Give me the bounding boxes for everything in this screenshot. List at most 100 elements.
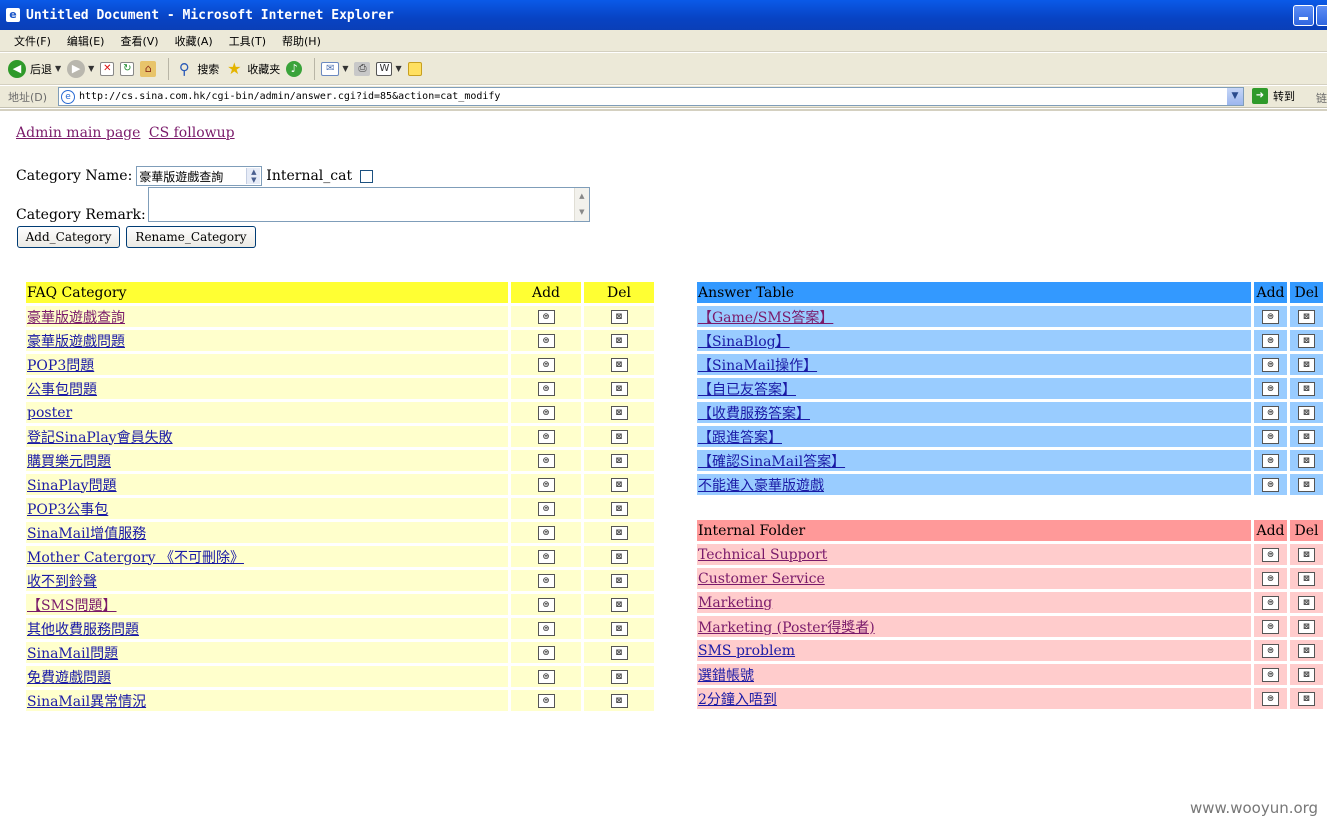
home-button[interactable]: ⌂ — [140, 57, 157, 81]
delete-icon[interactable]: ⊠ — [610, 645, 628, 660]
row-link[interactable]: 【SMS問題】 — [27, 598, 117, 614]
add-icon[interactable]: ⊜ — [537, 429, 555, 444]
add-icon[interactable]: ⊜ — [1262, 453, 1279, 468]
delete-icon[interactable]: ⊠ — [1298, 333, 1315, 348]
search-button[interactable]: ⚲ 搜索 — [175, 57, 220, 81]
spinner-icon[interactable]: ▲ ▼ — [246, 168, 261, 184]
row-link[interactable]: 收不到鈴聲 — [27, 574, 97, 590]
add-icon[interactable]: ⊜ — [1262, 309, 1279, 324]
back-button[interactable]: ◀ 后退 ▼ — [8, 57, 61, 81]
refresh-button[interactable]: ↻ — [120, 57, 135, 81]
add-icon[interactable]: ⊜ — [1262, 405, 1279, 420]
menu-help[interactable]: 帮助(H) — [274, 31, 329, 51]
add-icon[interactable]: ⊜ — [1262, 691, 1279, 706]
delete-icon[interactable]: ⊠ — [610, 525, 628, 540]
internal-cat-checkbox[interactable] — [360, 169, 374, 183]
delete-icon[interactable]: ⊠ — [1298, 381, 1315, 396]
add-icon[interactable]: ⊜ — [537, 693, 555, 708]
delete-icon[interactable]: ⊠ — [610, 621, 628, 636]
delete-icon[interactable]: ⊠ — [1298, 477, 1315, 492]
add-icon[interactable]: ⊜ — [537, 453, 555, 468]
row-link[interactable]: SinaMail異常情況 — [27, 694, 146, 710]
row-link[interactable]: 【SinaBlog】 — [698, 334, 790, 350]
delete-icon[interactable]: ⊠ — [610, 573, 628, 588]
row-link[interactable]: 其他收費服務問題 — [27, 622, 139, 638]
add-icon[interactable]: ⊜ — [537, 669, 555, 684]
menu-edit[interactable]: 编辑(E) — [59, 31, 113, 51]
address-input[interactable] — [79, 88, 1219, 105]
chevron-down-icon[interactable]: ▼ — [88, 64, 94, 73]
row-link[interactable]: SinaPlay問題 — [27, 478, 117, 494]
delete-icon[interactable]: ⊠ — [610, 669, 628, 684]
add-icon[interactable]: ⊜ — [1262, 477, 1279, 492]
menu-file[interactable]: 文件(F) — [6, 31, 59, 51]
favorites-button[interactable]: ★ 收藏夹 — [225, 57, 280, 81]
delete-icon[interactable]: ⊠ — [1298, 619, 1315, 634]
stop-button[interactable]: ✕ — [100, 57, 115, 81]
row-link[interactable]: 【收費服務答案】 — [698, 406, 810, 422]
links-label[interactable]: 链 — [1316, 90, 1327, 106]
add-icon[interactable]: ⊜ — [1262, 333, 1279, 348]
add-icon[interactable]: ⊜ — [1262, 429, 1279, 444]
add-icon[interactable]: ⊜ — [537, 573, 555, 588]
menu-tools[interactable]: 工具(T) — [221, 31, 274, 51]
delete-icon[interactable]: ⊠ — [1298, 571, 1315, 586]
add-icon[interactable]: ⊜ — [1262, 667, 1279, 682]
chevron-down-icon[interactable]: ▼ — [395, 64, 401, 73]
row-link[interactable]: Marketing (Poster得獎者) — [698, 620, 875, 636]
maximize-button[interactable] — [1316, 5, 1327, 26]
row-link[interactable]: 免費遊戲問題 — [27, 670, 111, 686]
row-link[interactable]: 【自已友答案】 — [698, 382, 796, 398]
delete-icon[interactable]: ⊠ — [610, 429, 628, 444]
delete-icon[interactable]: ⊠ — [610, 693, 628, 708]
row-link[interactable]: SinaMail增值服務 — [27, 526, 146, 542]
cs-followup-link[interactable]: CS followup — [149, 125, 235, 141]
row-link[interactable]: 【Game/SMS答案】 — [698, 310, 833, 326]
add-icon[interactable]: ⊜ — [537, 645, 555, 660]
add-icon[interactable]: ⊜ — [537, 597, 555, 612]
edit-button[interactable]: W ▼ — [376, 57, 402, 81]
row-link[interactable]: Marketing — [698, 595, 772, 611]
add-category-button[interactable]: Add_Category — [17, 226, 120, 248]
rename-category-button[interactable]: Rename_Category — [126, 226, 256, 248]
delete-icon[interactable]: ⊠ — [1298, 405, 1315, 420]
delete-icon[interactable]: ⊠ — [610, 549, 628, 564]
row-link[interactable]: 豪華版遊戲問題 — [27, 334, 125, 350]
add-icon[interactable]: ⊜ — [1262, 595, 1279, 610]
delete-icon[interactable]: ⊠ — [610, 477, 628, 492]
category-remark-input[interactable]: ▲ ▼ — [147, 187, 590, 222]
row-link[interactable]: poster — [27, 405, 72, 421]
category-name-input[interactable]: 豪華版遊戲查詢 ▲ ▼ — [136, 166, 263, 186]
add-icon[interactable]: ⊜ — [537, 405, 555, 420]
delete-icon[interactable]: ⊠ — [610, 333, 628, 348]
add-icon[interactable]: ⊜ — [1262, 547, 1279, 562]
row-link[interactable]: 【SinaMail操作】 — [698, 358, 817, 374]
add-icon[interactable]: ⊜ — [537, 333, 555, 348]
chevron-down-icon[interactable]: ▼ — [342, 64, 348, 73]
row-link[interactable]: POP3公事包 — [27, 502, 108, 518]
delete-icon[interactable]: ⊠ — [1298, 691, 1315, 706]
add-icon[interactable]: ⊜ — [1262, 619, 1279, 634]
delete-icon[interactable]: ⊠ — [610, 405, 628, 420]
row-link[interactable]: 【確認SinaMail答案】 — [698, 454, 845, 470]
row-link[interactable]: 選錯帳號 — [698, 668, 754, 684]
delete-icon[interactable]: ⊠ — [610, 381, 628, 396]
add-icon[interactable]: ⊜ — [537, 309, 555, 324]
add-icon[interactable]: ⊜ — [537, 357, 555, 372]
add-icon[interactable]: ⊜ — [537, 381, 555, 396]
address-dropdown-icon[interactable]: ▼ — [1227, 88, 1243, 105]
address-field[interactable]: e ▼ — [58, 87, 1244, 106]
delete-icon[interactable]: ⊠ — [1298, 643, 1315, 658]
delete-icon[interactable]: ⊠ — [1298, 595, 1315, 610]
mail-button[interactable]: ✉ ▼ — [321, 57, 348, 81]
row-link[interactable]: SinaMail問題 — [27, 646, 118, 662]
go-button[interactable]: ➜ 转到 — [1252, 88, 1295, 104]
add-icon[interactable]: ⊜ — [537, 621, 555, 636]
scrollbar[interactable]: ▲ ▼ — [573, 188, 589, 221]
add-icon[interactable]: ⊜ — [1262, 571, 1279, 586]
admin-main-link[interactable]: Admin main page — [16, 125, 140, 141]
delete-icon[interactable]: ⊠ — [610, 501, 628, 516]
add-icon[interactable]: ⊜ — [537, 549, 555, 564]
media-button[interactable]: ♪ — [286, 57, 303, 81]
add-icon[interactable]: ⊜ — [537, 501, 555, 516]
